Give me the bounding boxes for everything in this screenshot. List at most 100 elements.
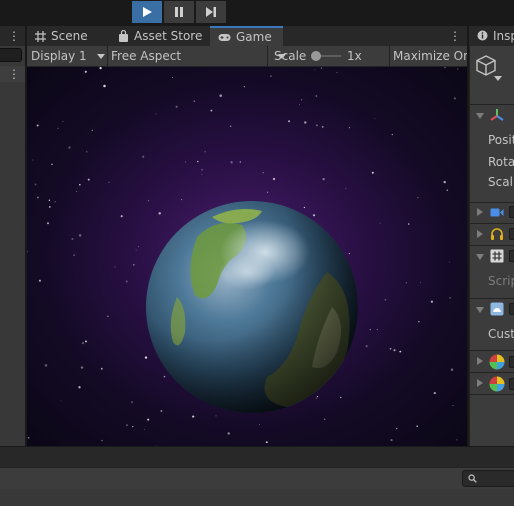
star — [91, 129, 93, 132]
camera-enabled-checkbox[interactable] — [509, 206, 514, 218]
star — [100, 80, 102, 82]
star — [340, 396, 342, 399]
star — [204, 150, 206, 153]
scene-tabbar: Scene Asset Store Game ⋮ — [27, 26, 467, 46]
star — [143, 429, 145, 430]
top-toolbar — [0, 0, 514, 24]
pause-icon — [175, 7, 183, 17]
hierarchy-panel — [0, 26, 25, 446]
star — [345, 187, 347, 189]
star — [450, 368, 454, 371]
tab-scene-label: Scene — [51, 29, 88, 43]
foldout-arrow-icon[interactable] — [477, 230, 483, 238]
star — [449, 297, 451, 299]
star — [120, 215, 123, 218]
project-content — [0, 489, 514, 506]
skybox-enabled-checkbox[interactable] — [509, 303, 514, 315]
star — [374, 118, 376, 120]
star — [418, 320, 420, 323]
star — [453, 97, 457, 100]
material-foldout-toggle[interactable] — [509, 356, 514, 368]
star — [416, 425, 418, 428]
star — [80, 366, 84, 369]
info-icon — [477, 30, 488, 41]
star — [73, 254, 75, 256]
foldout-arrow-icon[interactable] — [476, 307, 484, 313]
skybox-icon — [490, 302, 504, 316]
display-dropdown[interactable]: Display 1 — [31, 46, 109, 66]
star — [138, 246, 140, 248]
star — [201, 174, 203, 175]
material-foldout-toggle[interactable] — [509, 378, 514, 390]
star — [57, 127, 59, 129]
star — [99, 67, 102, 70]
display-dropdown-label: Display 1 — [31, 49, 87, 63]
shopping-bag-icon — [119, 30, 128, 42]
game-panel-menu-icon[interactable]: ⋮ — [449, 30, 461, 42]
scale-slider-thumb[interactable] — [311, 51, 321, 61]
tab-game-label: Game — [236, 30, 272, 44]
foldout-arrow-icon[interactable] — [477, 379, 483, 387]
chevron-down-icon[interactable] — [494, 76, 502, 81]
star — [262, 171, 264, 174]
star — [135, 249, 137, 251]
star — [36, 124, 39, 127]
foldout-arrow-icon[interactable] — [477, 208, 483, 216]
star — [107, 315, 109, 317]
project-search-input[interactable] — [462, 470, 514, 487]
divider — [469, 350, 514, 351]
scale-label: Scale — [274, 46, 306, 66]
star — [144, 356, 148, 359]
star — [163, 375, 166, 378]
play-button[interactable] — [132, 1, 162, 23]
maximize-on-play-label: Maximize On — [393, 49, 467, 63]
star — [348, 252, 350, 255]
star — [288, 120, 291, 123]
star — [365, 345, 368, 348]
star — [267, 191, 269, 193]
tab-asset-store[interactable]: Asset Store — [110, 26, 210, 46]
search-icon — [468, 474, 477, 483]
game-viewport[interactable] — [27, 67, 467, 446]
tab-scene[interactable]: Scene — [27, 26, 96, 46]
hierarchy-tabbar: ⋮ — [0, 26, 25, 46]
step-button[interactable] — [196, 1, 226, 23]
star — [446, 189, 449, 191]
material-sphere-icon — [489, 354, 505, 370]
game-render — [27, 67, 459, 446]
planet — [146, 201, 358, 413]
star — [405, 282, 408, 284]
star — [265, 441, 268, 444]
star — [316, 395, 319, 398]
pause-button[interactable] — [164, 1, 194, 23]
star — [433, 392, 436, 395]
hierarchy-row[interactable]: ⋮ — [0, 66, 25, 82]
scale-value-text: 1x — [347, 49, 362, 63]
star — [51, 163, 53, 166]
star — [34, 183, 37, 186]
aspect-dropdown-label: Free Aspect — [111, 49, 182, 63]
star — [155, 113, 157, 115]
star — [27, 436, 30, 439]
hierarchy-search-input[interactable] — [0, 48, 22, 62]
script-enabled-checkbox[interactable] — [509, 250, 514, 262]
star — [46, 222, 50, 225]
star — [48, 206, 51, 208]
toolbar-divider — [267, 46, 268, 66]
star — [324, 418, 326, 420]
inspector-tab[interactable]: Insp — [469, 26, 514, 46]
star — [314, 69, 316, 71]
foldout-arrow-icon[interactable] — [476, 113, 484, 119]
aspect-dropdown[interactable]: Free Aspect — [111, 46, 291, 66]
foldout-arrow-icon[interactable] — [477, 357, 483, 365]
audio-listener-enabled-checkbox[interactable] — [509, 228, 514, 240]
hierarchy-menu-icon[interactable]: ⋮ — [8, 30, 20, 42]
hierarchy-row-menu-icon[interactable]: ⋮ — [8, 68, 20, 80]
star — [85, 340, 87, 343]
foldout-arrow-icon[interactable] — [476, 254, 484, 260]
tab-game[interactable]: Game — [210, 26, 283, 46]
star — [125, 280, 128, 283]
scale-value: 1x — [347, 46, 362, 66]
maximize-on-play-toggle[interactable]: Maximize On — [393, 46, 467, 66]
script-field-label: Scrip — [488, 274, 514, 288]
